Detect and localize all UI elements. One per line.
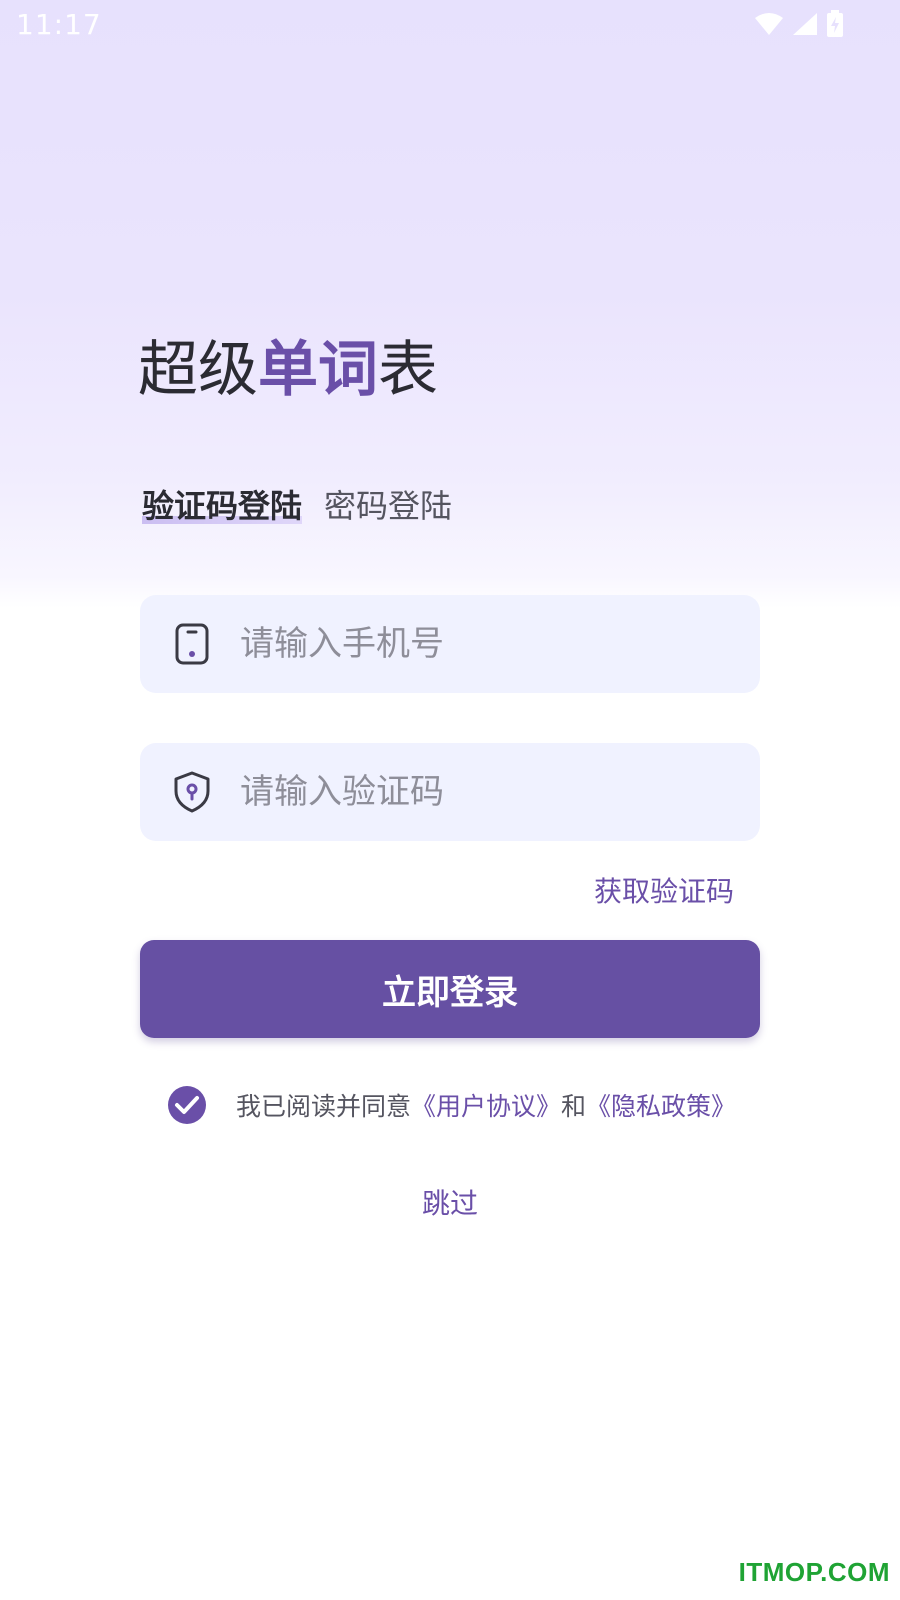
verification-code-input[interactable] [238, 771, 722, 813]
login-button[interactable]: 立即登录 [140, 940, 760, 1038]
tab-sms-login[interactable]: 验证码登陆 [142, 484, 303, 528]
app-title-part1: 超级 [138, 335, 258, 405]
privacy-policy-link[interactable]: 《隐私政策》 [586, 1092, 736, 1121]
app-title: 超级单词表 [138, 330, 438, 410]
check-icon [175, 1096, 199, 1114]
status-icons [754, 10, 844, 42]
login-tabs: 验证码登陆 密码登陆 [142, 484, 452, 528]
verification-code-field[interactable] [140, 743, 760, 841]
status-time: 11:17 [16, 8, 102, 41]
get-code-button[interactable]: 获取验证码 [594, 870, 734, 910]
signal-icon [792, 12, 818, 40]
tab-password-login[interactable]: 密码登陆 [324, 484, 452, 528]
status-bar: 11:17 [0, 0, 900, 50]
agreement-checkbox[interactable] [168, 1086, 206, 1124]
watermark: ITMOP.COM [738, 1557, 890, 1587]
phone-field[interactable] [140, 595, 760, 693]
wifi-icon [754, 12, 784, 40]
agreement-text: 我已阅读并同意《用户协议》和《隐私政策》 [236, 1087, 736, 1123]
app-title-part2: 表 [378, 335, 438, 405]
user-agreement-link[interactable]: 《用户协议》 [411, 1092, 561, 1121]
skip-label[interactable]: 跳过 [422, 1187, 478, 1220]
agreement-prefix: 我已阅读并同意 [236, 1092, 412, 1121]
agreement: 我已阅读并同意《用户协议》和《隐私政策》 [168, 1086, 736, 1124]
app-title-accent: 单词 [258, 335, 378, 405]
shield-icon [172, 770, 212, 814]
phone-icon [172, 622, 212, 666]
phone-input[interactable] [238, 623, 722, 665]
agreement-conjunction: 和 [561, 1092, 587, 1121]
skip-button[interactable]: 跳过 [0, 1182, 900, 1222]
battery-charging-icon [826, 10, 844, 42]
